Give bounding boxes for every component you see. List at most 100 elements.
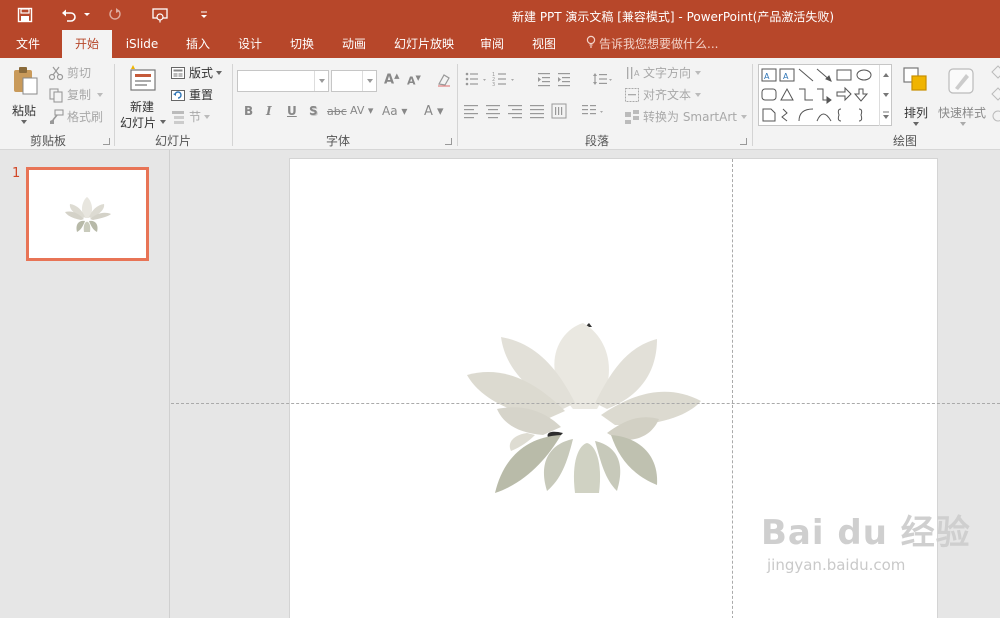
brush-icon [48,108,64,125]
grow-font-button[interactable]: A▲ [384,72,399,87]
arrange-button[interactable]: 排列 [898,64,934,130]
vertical-guide[interactable] [732,159,733,618]
font-size-select[interactable] [331,70,377,92]
paragraph-icons-row2 [464,102,614,123]
text-direction-label: 文字方向 [643,66,692,80]
font-group-label: 字体 [326,134,351,148]
character-spacing-button[interactable]: AV ▾ [350,104,373,117]
layout-label: 版式 [189,66,214,80]
slide-thumbnail-pane: 1 [0,150,170,618]
tab-slideshow[interactable]: 幻灯片放映 [388,30,460,58]
shadow-button[interactable]: S [309,104,318,118]
group-divider [457,64,458,146]
scissors-icon [48,65,64,81]
paste-label: 粘贴 [12,104,37,118]
smartart-dropdown-icon [740,114,747,119]
align-text-button[interactable]: 对齐文本 [624,86,702,103]
underline-button[interactable]: U [287,104,297,118]
layout-button[interactable]: 版式 [170,64,223,81]
tab-review[interactable]: 审阅 [470,30,514,58]
new-slide-button[interactable]: 新建 幻灯片 [120,64,170,130]
tell-me-text: 告诉我您想要做什么... [599,37,719,51]
convert-smartart-label: 转换为 SmartArt [643,110,737,124]
section-dropdown-icon [204,114,211,119]
change-case-button[interactable]: Aa ▾ [382,104,407,118]
font-color-label: A [424,104,433,119]
strikethrough-button[interactable]: abc [327,105,347,118]
group-divider [752,64,753,146]
convert-smartart-button[interactable]: 转换为 SmartArt [624,108,747,125]
reset-button[interactable]: 重置 [170,86,213,103]
copy-button[interactable]: 复制 [48,86,104,103]
paragraph-group-label: 段落 [585,134,610,148]
section-button[interactable]: 节 [170,108,211,125]
tab-file[interactable]: 文件 [6,30,50,58]
font-color-button[interactable]: A ▾ [424,104,444,119]
shapes-scroll-up-icon[interactable] [879,65,891,85]
font-launcher-icon[interactable] [445,138,452,145]
align-text-icon [624,87,640,103]
tab-animations[interactable]: 动画 [332,30,376,58]
lotus-thumbnail-image [65,197,111,232]
svg-text:3: 3 [492,82,495,88]
paste-button[interactable]: 粘贴 [8,64,42,126]
quick-styles-label: 快速样式 [938,106,987,120]
tab-view[interactable]: 视图 [522,30,566,58]
new-slide-icon [128,64,158,97]
cut-button[interactable]: 剪切 [48,64,91,81]
tab-transitions[interactable]: 切换 [280,30,324,58]
italic-button[interactable]: I [266,104,272,118]
arrange-icon [902,66,930,97]
bold-button[interactable]: B [244,104,253,118]
customize-quick-access-icon[interactable] [196,0,212,30]
watermark: Bai du 经验 jingyan.baidu.com [761,505,971,574]
clipboard-launcher-icon[interactable] [103,138,110,145]
layout-icon [170,65,186,81]
tab-insert[interactable]: 插入 [176,30,220,58]
change-case-label: Aa [382,104,398,118]
paragraph-icons-row1: 123 [464,70,614,91]
redo-icon[interactable] [104,0,126,30]
svg-text:A: A [764,72,770,81]
copy-label: 复制 [67,88,92,102]
format-painter-button[interactable]: 格式刷 [48,108,103,125]
align-text-dropdown-icon [695,92,702,97]
slide-thumbnail-1[interactable] [26,167,149,261]
window-title: 新建 PPT 演示文稿 [兼容模式] - PowerPoint(产品激活失败) [512,10,835,24]
shapes-more-icon[interactable] [879,105,891,126]
lightbulb-icon [586,31,596,59]
save-icon[interactable] [14,0,36,30]
ribbon-home: 粘贴 剪切 复制 格式刷 剪贴板 新建 幻灯片 版式 重置 节 幻灯片 A▲ A… [0,58,1000,150]
cut-label: 剪切 [67,66,92,80]
horizontal-guide[interactable] [171,403,1000,404]
svg-text:A: A [783,72,789,81]
font-name-select[interactable] [237,70,329,92]
undo-dropdown-icon[interactable] [82,0,92,30]
ribbon-tabs: 文件 开始 iSlide 插入 设计 切换 动画 幻灯片放映 审阅 视图 告诉我… [0,30,1000,58]
tab-home[interactable]: 开始 [62,30,112,58]
shrink-font-button[interactable]: A▼ [407,74,421,88]
tab-islide[interactable]: iSlide [120,30,164,58]
shapes-gallery[interactable]: A A [758,64,892,126]
tell-me-box[interactable]: 告诉我您想要做什么... [586,30,718,58]
quick-styles-dropdown-icon [960,122,966,126]
quick-styles-icon [946,66,976,99]
shapes-scroll-down-icon[interactable] [879,85,891,105]
paragraph-launcher-icon[interactable] [740,138,747,145]
text-direction-icon: A [624,65,640,81]
shape-fill-icon[interactable] [990,64,1000,124]
svg-text:A: A [634,69,640,78]
align-text-label: 对齐文本 [643,88,692,102]
presentation-from-start-icon[interactable] [148,0,172,30]
copy-icon [48,87,64,103]
grow-font-icon: A [384,72,395,88]
undo-icon[interactable] [58,0,80,30]
tab-design[interactable]: 设计 [228,30,272,58]
text-direction-button[interactable]: A 文字方向 [624,64,702,81]
group-divider [232,64,233,146]
quick-styles-button[interactable]: 快速样式 [936,64,990,130]
section-icon [170,109,186,125]
clear-formatting-icon[interactable] [436,72,452,91]
font-name-dropdown-icon [314,71,328,91]
slide-editor: Bai du 经验 jingyan.baidu.com [171,150,1000,618]
